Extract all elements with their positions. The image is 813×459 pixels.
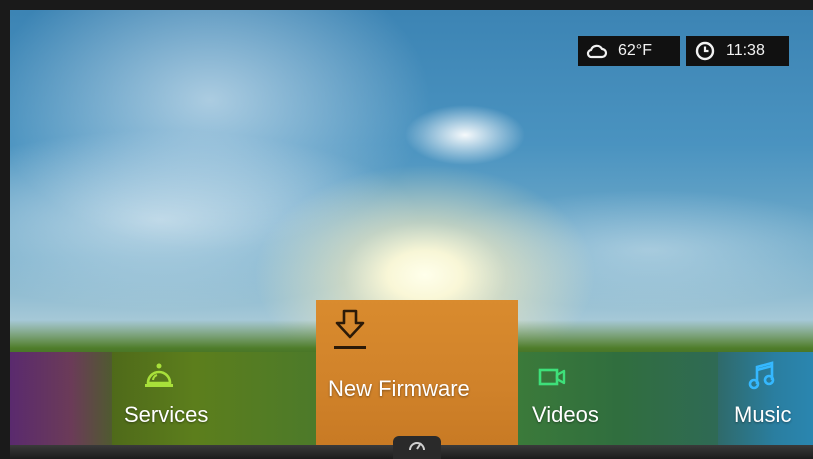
menu-tile-videos[interactable]: Videos xyxy=(518,352,718,445)
new-firmware-label: New Firmware xyxy=(328,376,470,401)
service-bell-icon xyxy=(144,362,174,395)
menu-tile-previous[interactable] xyxy=(10,352,112,445)
temperature-text: 62°F xyxy=(618,42,652,59)
download-icon xyxy=(332,308,368,357)
videos-label: Videos xyxy=(532,402,599,427)
clock-icon xyxy=(694,40,716,62)
weather-indicator: 62°F xyxy=(578,36,680,66)
cloud-icon xyxy=(586,40,608,62)
home-menu-bar: Services New Firmware Videos Music xyxy=(10,300,813,445)
gauge-icon xyxy=(407,437,427,458)
music-label: Music xyxy=(734,402,792,427)
menu-tile-services[interactable]: Services xyxy=(112,352,318,445)
clock-indicator: 11:38 xyxy=(686,36,789,66)
time-text: 11:38 xyxy=(726,42,765,59)
music-note-icon xyxy=(748,360,776,397)
home-screen: 62°F 11:38 Services New Firmware Videos … xyxy=(0,0,813,459)
menu-tile-new-firmware[interactable]: New Firmware xyxy=(316,300,518,445)
dashboard-button[interactable] xyxy=(393,436,441,459)
video-camera-icon xyxy=(538,366,568,393)
services-label: Services xyxy=(124,402,209,427)
menu-tile-music[interactable]: Music xyxy=(718,352,813,445)
